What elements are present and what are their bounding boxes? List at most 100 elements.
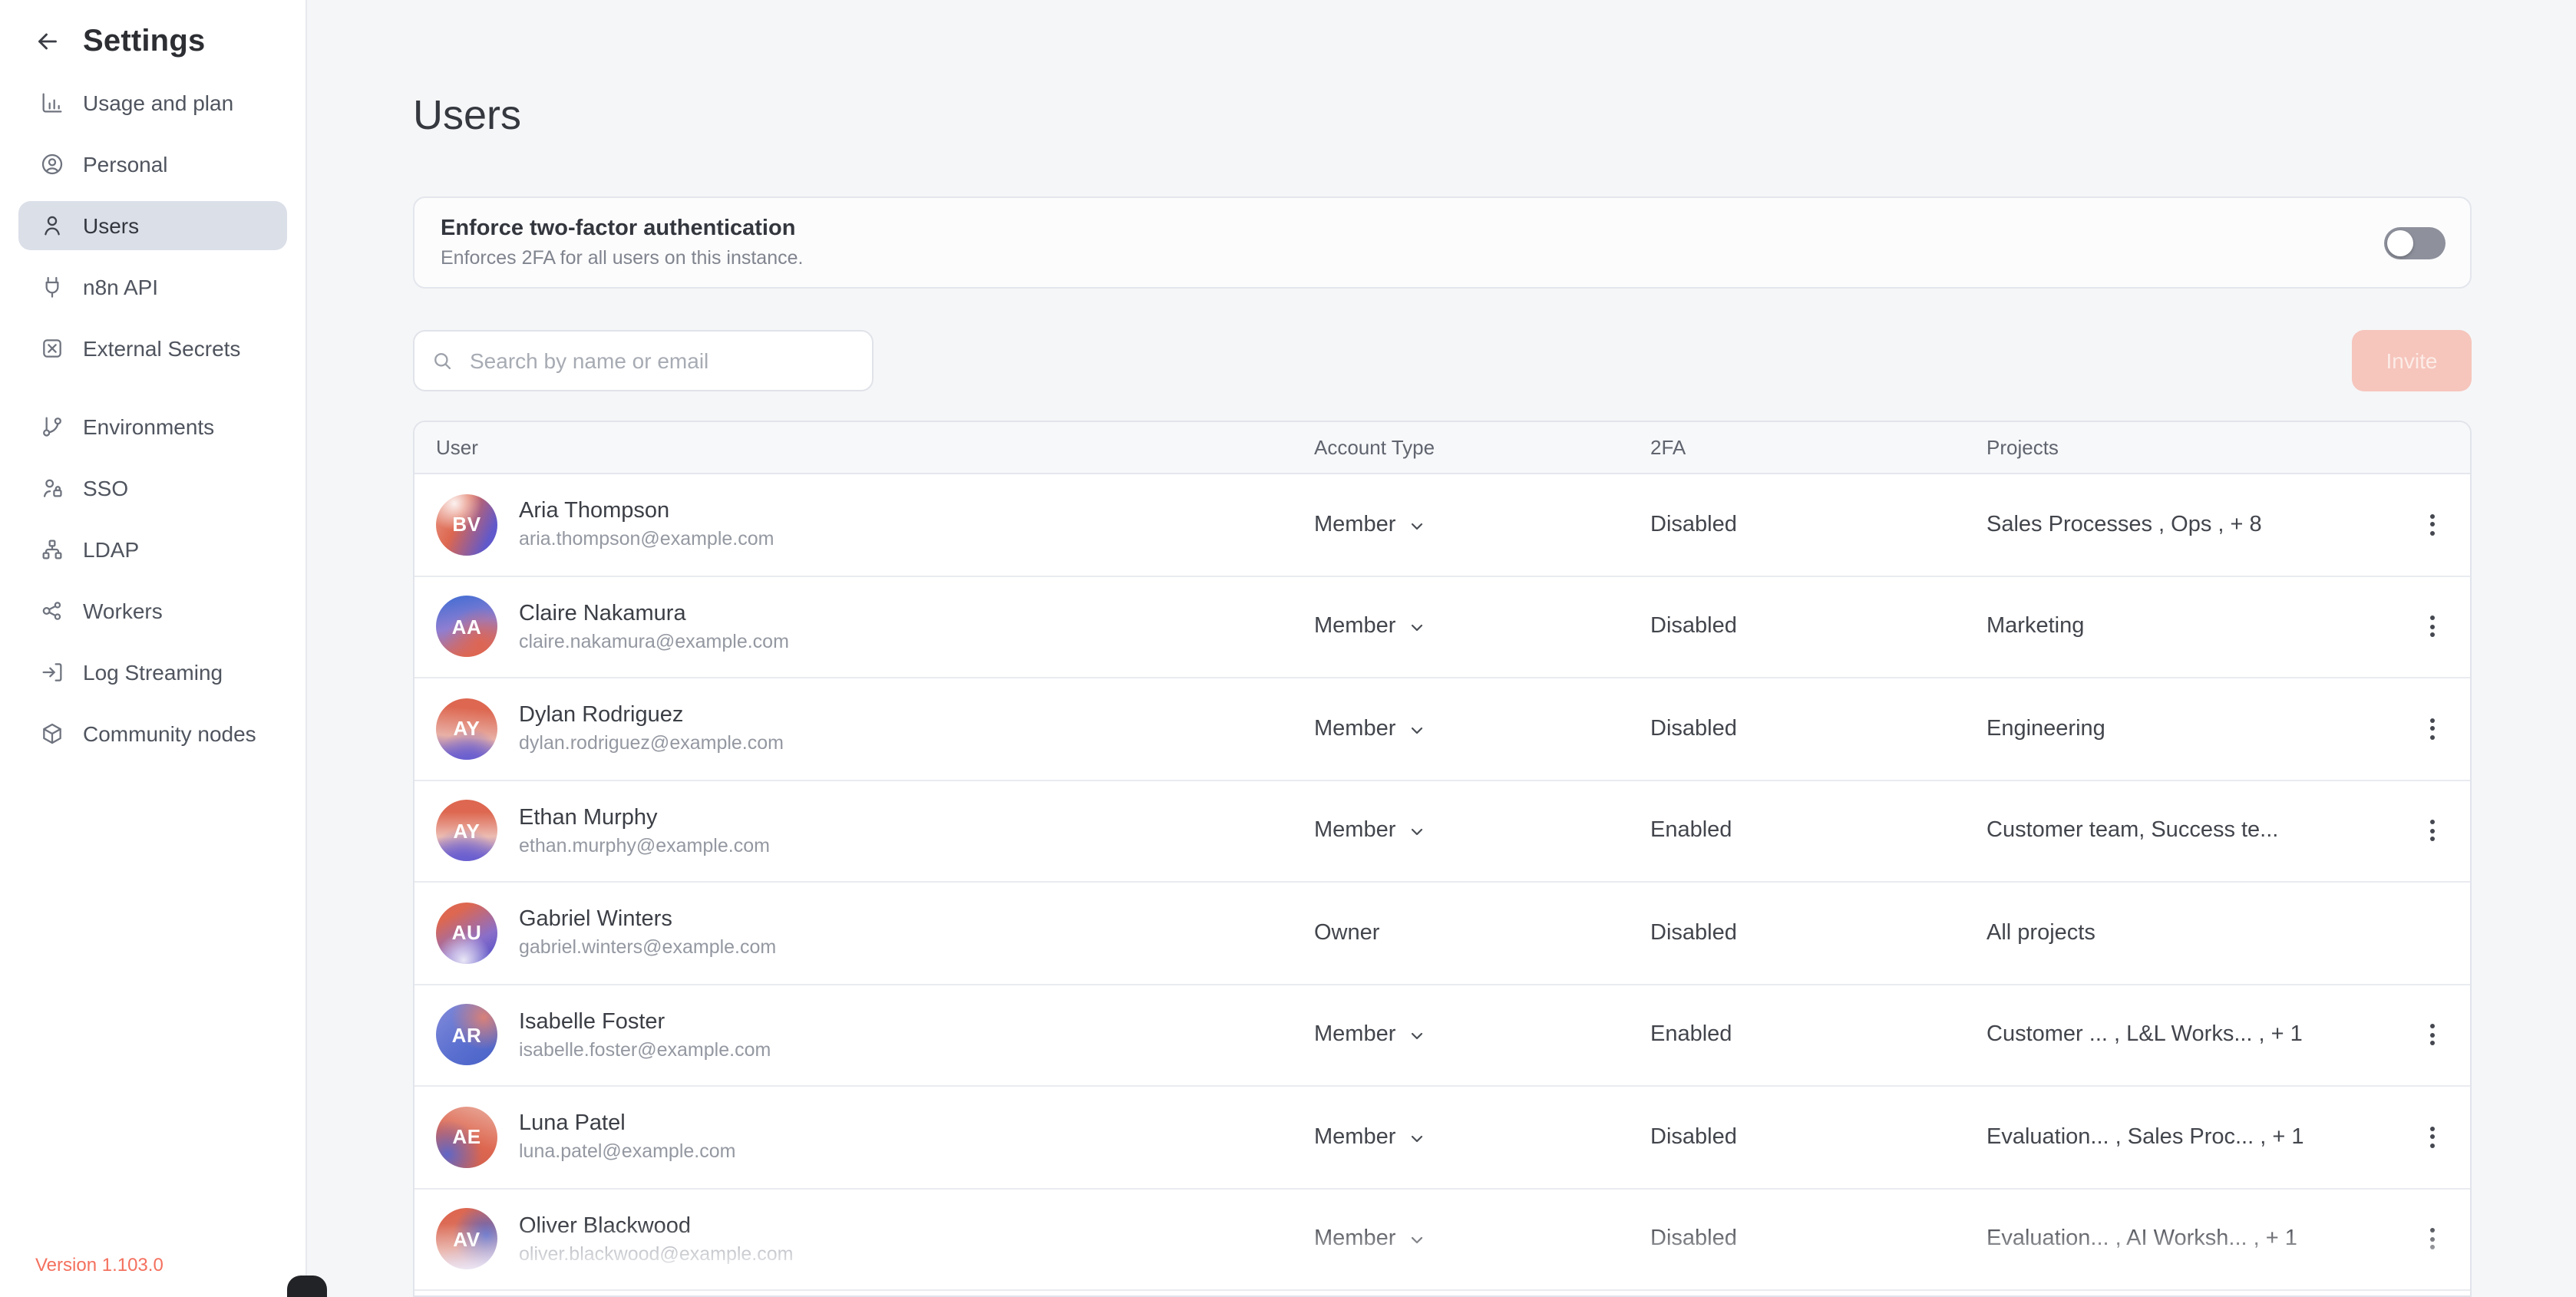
row-menu-button[interactable] xyxy=(2413,609,2450,645)
version-label[interactable]: Version 1.103.0 xyxy=(35,1254,163,1276)
settings-sidebar: Settings Usage and plan Personal Users n… xyxy=(0,0,307,1297)
projects-value: Sales Processes , Ops , + 8 xyxy=(1986,513,2262,537)
projects-cell: Evaluation... , Sales Proc... , + 1 xyxy=(1986,1125,2393,1150)
row-menu-button[interactable] xyxy=(2413,711,2450,748)
user-email: gabriel.winters@example.com xyxy=(519,937,776,959)
account-type-dropdown[interactable]: Member xyxy=(1314,819,1426,843)
sidebar-item-environments[interactable]: Environments xyxy=(18,402,287,451)
search-input[interactable] xyxy=(413,330,874,391)
chevron-down-icon xyxy=(1408,721,1426,740)
user-identity: Dylan Rodriguez dylan.rodriguez@example.… xyxy=(519,704,784,754)
sidebar-item-external-secrets[interactable]: External Secrets xyxy=(18,324,287,373)
avatar-initials: AE xyxy=(452,1126,481,1149)
chevron-down-icon xyxy=(1408,517,1426,536)
table-row: AV Oliver Blackwood oliver.blackwood@exa… xyxy=(414,1189,2470,1291)
account-type-cell: Member xyxy=(1314,819,1650,843)
row-menu-button[interactable] xyxy=(2413,507,2450,543)
account-type-value: Member xyxy=(1314,615,1395,639)
row-menu-button[interactable] xyxy=(2413,1119,2450,1156)
twofa-cell: Disabled xyxy=(1650,615,1986,639)
table-row: AR Isabelle Foster isabelle.foster@examp… xyxy=(414,985,2470,1087)
two-factor-title: Enforce two-factor authentication xyxy=(441,216,2470,241)
avatar: BV xyxy=(436,494,497,556)
sidebar-item-label: Personal xyxy=(83,152,168,177)
sidebar-item-personal[interactable]: Personal xyxy=(18,140,287,189)
account-type-dropdown[interactable]: Member xyxy=(1314,1227,1426,1252)
users-settings-main: Users Enforce two-factor authentication … xyxy=(307,0,2576,1297)
sidebar-item-users[interactable]: Users xyxy=(18,201,287,250)
user-email: oliver.blackwood@example.com xyxy=(519,1243,794,1265)
two-factor-toggle[interactable] xyxy=(2384,227,2446,259)
users-table: User Account Type 2FA Projects BV Aria T… xyxy=(413,421,2472,1297)
sidebar-item-usage-and-plan[interactable]: Usage and plan xyxy=(18,78,287,127)
twofa-cell: Enabled xyxy=(1650,1023,1986,1048)
account-type-dropdown[interactable]: Member xyxy=(1314,717,1426,741)
invite-button[interactable]: Invite xyxy=(2352,330,2472,391)
user-cell: AY Dylan Rodriguez dylan.rodriguez@examp… xyxy=(436,698,1314,760)
projects-value: Customer team, Success te... xyxy=(1986,819,2278,843)
twofa-status: Disabled xyxy=(1650,1125,1737,1150)
sidebar-item-community-nodes[interactable]: Community nodes xyxy=(18,709,287,758)
two-factor-description: Enforces 2FA for all users on this insta… xyxy=(441,247,2470,269)
user-identity: Aria Thompson aria.thompson@example.com xyxy=(519,500,774,550)
account-type-cell: Member xyxy=(1314,1125,1650,1150)
row-menu-button[interactable] xyxy=(2413,813,2450,850)
sidebar-item-sso[interactable]: SSO xyxy=(18,464,287,513)
sidebar-item-label: External Secrets xyxy=(83,336,240,361)
projects-cell: Marketing xyxy=(1986,615,2393,639)
sidebar-header: Settings xyxy=(0,21,305,61)
account-type-dropdown[interactable]: Member xyxy=(1314,513,1426,537)
menu-cell xyxy=(2393,711,2470,748)
account-type-dropdown[interactable]: Member xyxy=(1314,1023,1426,1048)
settings-page: Settings Usage and plan Personal Users n… xyxy=(0,0,2576,1297)
user-cell: AU Gabriel Winters gabriel.winters@examp… xyxy=(436,903,1314,964)
user-lock-icon xyxy=(40,476,64,500)
plug-icon xyxy=(40,275,64,299)
avatar: AY xyxy=(436,698,497,760)
projects-value: All projects xyxy=(1986,921,2095,946)
account-type-dropdown[interactable]: Member xyxy=(1314,615,1426,639)
twofa-cell: Enabled xyxy=(1650,819,1986,843)
avatar-initials: AA xyxy=(452,615,482,639)
account-type-value: Member xyxy=(1314,1023,1395,1048)
projects-cell: Engineering xyxy=(1986,717,2393,741)
chevron-down-icon xyxy=(1408,823,1426,842)
projects-value: Evaluation... , AI Worksh... , + 1 xyxy=(1986,1227,2297,1252)
user-cell: AV Oliver Blackwood oliver.blackwood@exa… xyxy=(436,1209,1314,1270)
vault-icon xyxy=(40,336,64,361)
twofa-status: Enabled xyxy=(1650,819,1732,843)
user-name: Ethan Murphy xyxy=(519,806,770,830)
avatar: AY xyxy=(436,800,497,862)
row-menu-button[interactable] xyxy=(2413,1017,2450,1054)
account-type-value: Member xyxy=(1314,819,1395,843)
sidebar-item-log-streaming[interactable]: Log Streaming xyxy=(18,648,287,697)
chat-widget-corner[interactable] xyxy=(287,1276,327,1297)
avatar: AV xyxy=(436,1209,497,1270)
arrow-left-icon xyxy=(34,28,61,55)
user-identity: Claire Nakamura claire.nakamura@example.… xyxy=(519,602,789,652)
menu-cell xyxy=(2393,1017,2470,1054)
account-type-value: Member xyxy=(1314,717,1395,741)
avatar: AU xyxy=(436,903,497,964)
twofa-status: Enabled xyxy=(1650,1023,1732,1048)
account-type-cell: Member xyxy=(1314,717,1650,741)
table-row: AE Luna Patel luna.patel@example.com Mem… xyxy=(414,1087,2470,1189)
avatar-initials: AV xyxy=(453,1228,480,1251)
page-title: Users xyxy=(413,92,521,140)
sidebar-item-n8n-api[interactable]: n8n API xyxy=(18,262,287,312)
user-identity: Isabelle Foster isabelle.foster@example.… xyxy=(519,1010,771,1061)
sidebar-item-ldap[interactable]: LDAP xyxy=(18,525,287,574)
avatar: AE xyxy=(436,1107,497,1168)
account-type-value: Owner xyxy=(1314,921,1379,946)
twofa-cell: Disabled xyxy=(1650,921,1986,946)
back-button[interactable] xyxy=(34,28,61,55)
sidebar-item-workers[interactable]: Workers xyxy=(18,586,287,635)
table-row: AU Gabriel Winters gabriel.winters@examp… xyxy=(414,883,2470,985)
row-menu-button[interactable] xyxy=(2413,1221,2450,1258)
account-type-dropdown[interactable]: Member xyxy=(1314,1125,1426,1150)
twofa-status: Disabled xyxy=(1650,615,1737,639)
twofa-status: Disabled xyxy=(1650,1227,1737,1252)
menu-cell xyxy=(2393,609,2470,645)
account-type-dropdown[interactable]: Owner xyxy=(1314,921,1379,946)
user-email: luna.patel@example.com xyxy=(519,1141,736,1163)
